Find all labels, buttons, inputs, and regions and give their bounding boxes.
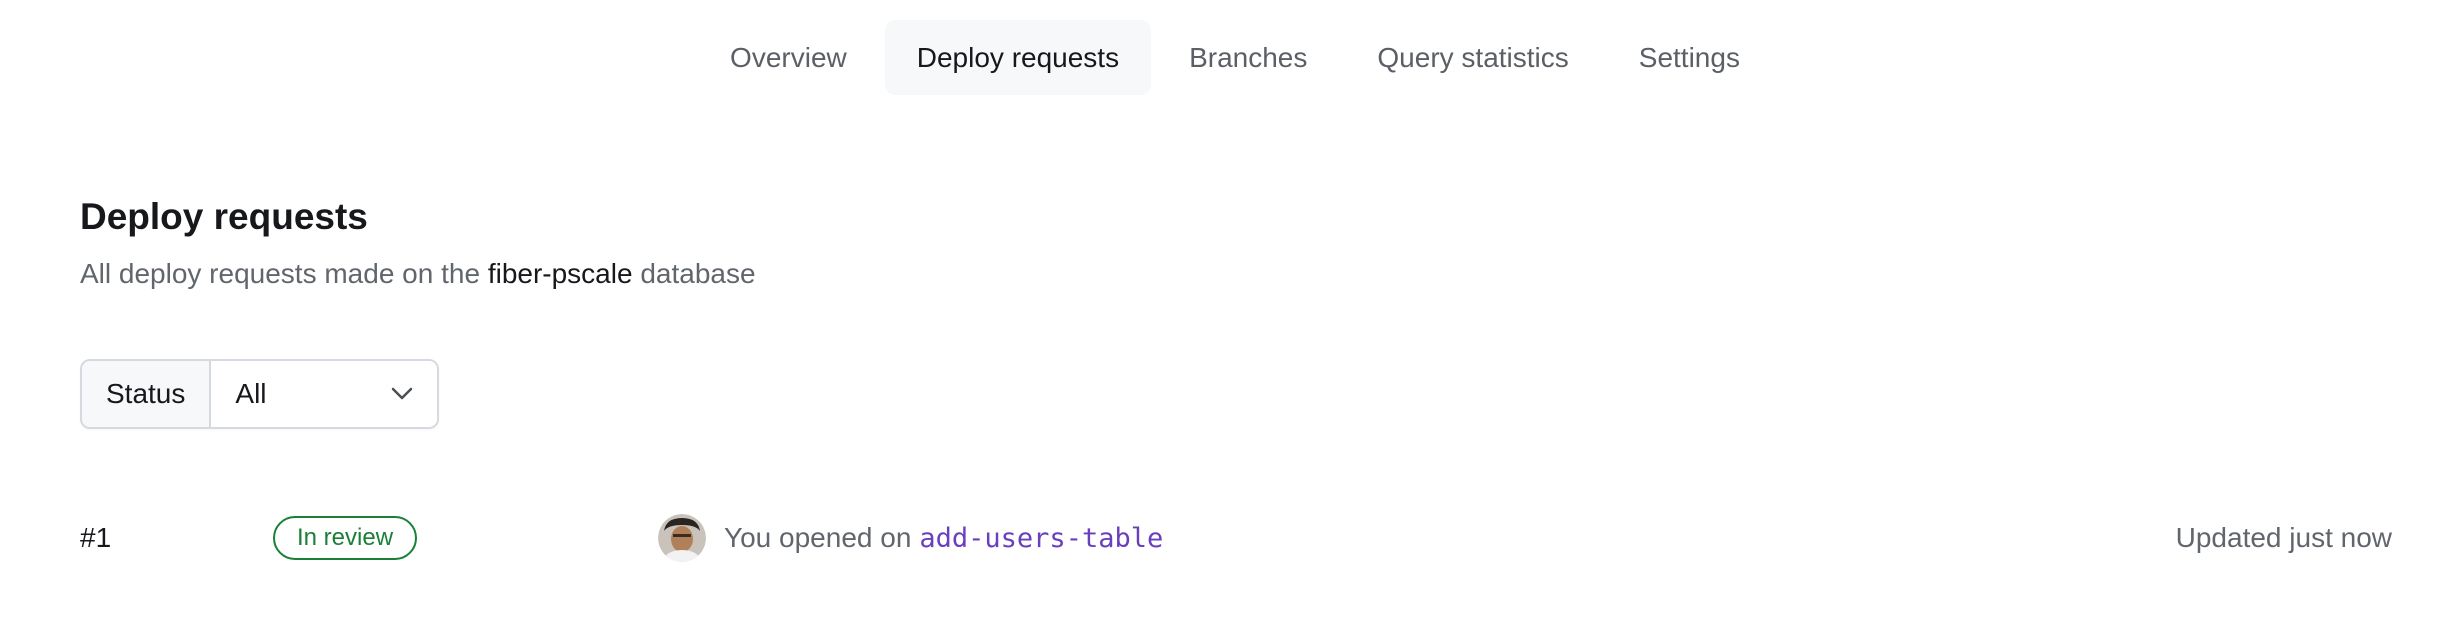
tab-branches[interactable]: Branches [1157, 20, 1339, 95]
tab-settings[interactable]: Settings [1607, 20, 1772, 95]
page-subtitle: All deploy requests made on the fiber-ps… [80, 258, 756, 290]
tab-list: Overview Deploy requests Branches Query … [698, 20, 1772, 95]
subtitle-prefix: All deploy requests made on the [80, 258, 481, 289]
status-filter-select[interactable]: All [211, 361, 438, 427]
branch-name[interactable]: add-users-table [919, 523, 1163, 554]
deploy-request-row[interactable]: #1 In review You opened on add-users-tabl… [80, 500, 2392, 576]
status-badge: In review [273, 516, 418, 560]
request-description: You opened on add-users-table [724, 522, 1163, 554]
database-name: fiber-pscale [487, 258, 633, 289]
status-filter-value: All [235, 378, 267, 409]
updated-timestamp: Updated just now [2175, 522, 2392, 553]
subtitle-suffix: database [640, 258, 756, 289]
status-filter-label: Status [82, 361, 212, 427]
avatar [658, 514, 706, 562]
chevron-down-icon [389, 381, 415, 407]
tab-overview[interactable]: Overview [698, 20, 879, 95]
request-action: You opened on [724, 522, 912, 553]
tab-deploy-requests[interactable]: Deploy requests [884, 20, 1152, 95]
request-number: #1 [80, 522, 112, 553]
database-tab-bar: Overview Deploy requests Branches Query … [0, 20, 2460, 95]
page-title: Deploy requests [80, 196, 368, 237]
status-filter: Status All [80, 359, 440, 429]
tab-query-statistics[interactable]: Query statistics [1345, 20, 1600, 95]
